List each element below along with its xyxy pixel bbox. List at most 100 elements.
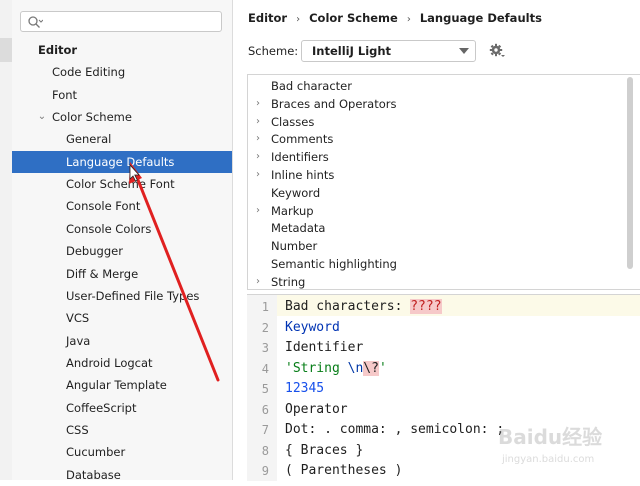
code-line: 'String \n\?'	[285, 359, 387, 380]
code-token: 'String	[285, 360, 348, 376]
tree-item-language-defaults[interactable]: Language Defaults	[12, 150, 232, 173]
code-line: { Braces }	[285, 441, 363, 462]
line-number: 9	[261, 464, 269, 478]
category-label: Metadata	[271, 221, 326, 236]
chevron-right-icon[interactable]: ›	[256, 273, 260, 289]
code-preview[interactable]: 12345 6 7 8 9 Bad characters: ???? Keyword Ide…	[247, 294, 640, 481]
breadcrumb-item-editor[interactable]: Editor	[248, 11, 287, 25]
code-token: Bad characters:	[285, 299, 411, 314]
line-number: 4	[261, 361, 269, 376]
tree-item-database[interactable]: Database	[12, 464, 232, 486]
code-line: Operator	[285, 400, 348, 421]
category-label: Classes	[271, 114, 315, 129]
tree-item-label: User-Defined File Types	[66, 288, 200, 303]
tree-item-coffeescript[interactable]: CoffeeScript	[12, 397, 232, 419]
category-label: Bad character	[271, 79, 352, 93]
code-line: Identifier	[285, 338, 363, 359]
category-semantic-highlighting[interactable]: Semantic highlighting	[248, 255, 628, 273]
tree-item-label: CoffeeScript	[66, 400, 137, 415]
search-input[interactable]	[51, 13, 220, 32]
code-token: \?	[363, 360, 379, 376]
search-icon	[28, 16, 43, 28]
tree-item-label: Debugger	[66, 244, 123, 259]
code-token: ( Parentheses )	[285, 463, 403, 478]
tree-item-label: Console Colors	[66, 221, 152, 236]
category-label: Markup	[271, 203, 314, 218]
tree-item-console-colors[interactable]: Console Colors	[12, 218, 232, 240]
code-token: { Braces }	[285, 442, 364, 458]
code-token: 12345	[285, 381, 325, 396]
tree-item-font[interactable]: Font	[12, 84, 232, 106]
category-bad-character[interactable]: Bad character	[248, 77, 628, 95]
scheme-select[interactable]: IntelliJ Light	[301, 40, 476, 62]
category-string[interactable]: › String	[248, 273, 628, 289]
category-inline-hints[interactable]: › Inline hints	[248, 166, 628, 184]
chevron-right-icon[interactable]: ›	[256, 148, 260, 166]
category-label: String	[271, 274, 306, 289]
tree-item-label: VCS	[66, 311, 90, 326]
gear-icon[interactable]	[489, 43, 505, 59]
code-token: Operator	[285, 401, 348, 417]
edge-marker	[0, 38, 12, 62]
category-classes[interactable]: › Classes	[248, 113, 628, 131]
chevron-right-icon[interactable]: ›	[256, 166, 260, 184]
category-scrollbar[interactable]	[627, 77, 633, 269]
line-number: 8	[261, 443, 269, 458]
category-braces-and-operators[interactable]: › Braces and Operators	[248, 95, 628, 113]
tree-item-color-scheme[interactable]: ⌄ Color Scheme	[12, 106, 232, 128]
tree-item-css[interactable]: CSS	[12, 419, 232, 441]
code-line: 12345	[285, 379, 324, 400]
category-number[interactable]: Number	[248, 237, 628, 255]
tree-item-vcs[interactable]: VCS	[12, 307, 232, 329]
code-token: '	[378, 360, 387, 376]
tree-item-user-defined-file-types[interactable]: User-Defined File Types	[12, 285, 232, 307]
tree-item-label: Font	[52, 87, 78, 102]
code-line: Keyword	[285, 318, 340, 339]
category-label: Number	[271, 239, 318, 254]
chevron-right-icon: ›	[296, 14, 301, 25]
category-metadata[interactable]: Metadata	[248, 219, 628, 237]
dropdown-arrow-icon	[459, 48, 469, 54]
breadcrumb-item-language-defaults: Language Defaults	[419, 11, 542, 25]
category-markup[interactable]: › Markup	[248, 202, 628, 220]
tree-item-diff-merge[interactable]: Diff & Merge	[12, 263, 232, 285]
chevron-right-icon[interactable]: ›	[256, 202, 260, 220]
tree-item-label: Java	[66, 333, 91, 348]
tree-item-label: Console Font	[66, 199, 141, 214]
tree-item-label: Angular Template	[66, 378, 167, 393]
code-token: Keyword	[285, 319, 340, 335]
tree-item-console-font[interactable]: Console Font	[12, 195, 232, 217]
category-label: Braces and Operators	[271, 96, 397, 111]
code-token: ????	[410, 299, 442, 314]
tree-item-label: General	[66, 132, 112, 147]
tree-item-label: Android Logcat	[66, 355, 153, 370]
breadcrumb: Editor › Color Scheme › Language Defaults	[248, 11, 542, 25]
tree-item-label: Cucumber	[66, 445, 126, 460]
category-identifiers[interactable]: › Identifiers	[248, 148, 628, 166]
tree-item-angular-template[interactable]: Angular Template	[12, 374, 232, 396]
search-box[interactable]	[20, 11, 222, 32]
breadcrumb-item-color-scheme[interactable]: Color Scheme	[309, 11, 398, 25]
tree-item-label: Color Scheme	[52, 110, 132, 125]
tree-item-code-editing[interactable]: Code Editing	[12, 61, 232, 83]
code-token: \n	[347, 360, 364, 376]
tree-item-android-logcat[interactable]: Android Logcat	[12, 352, 232, 374]
tree-item-editor[interactable]: Editor	[12, 39, 232, 61]
chevron-right-icon[interactable]: ›	[256, 130, 260, 148]
line-number: 6	[261, 402, 269, 417]
category-keyword[interactable]: Keyword	[248, 184, 628, 202]
tree-item-java[interactable]: Java	[12, 330, 232, 352]
tree-item-cucumber[interactable]: Cucumber	[12, 441, 232, 463]
code-line: Dot: . comma: , semicolon: ;	[285, 420, 504, 441]
chevron-down-icon[interactable]: ⌄	[36, 106, 48, 128]
category-comments[interactable]: › Comments	[248, 130, 628, 148]
tree-item-label: Code Editing	[52, 65, 126, 80]
tree-item-debugger[interactable]: Debugger	[12, 240, 232, 262]
scheme-label: Scheme:	[248, 44, 299, 58]
tree-item-general[interactable]: General	[12, 128, 232, 150]
tree-item-color-scheme-font[interactable]: Color Scheme Font	[12, 173, 232, 195]
chevron-right-icon[interactable]: ›	[256, 113, 260, 131]
category-label: Comments	[271, 132, 334, 147]
chevron-right-icon[interactable]: ›	[256, 95, 260, 113]
line-number: 7	[261, 423, 269, 437]
